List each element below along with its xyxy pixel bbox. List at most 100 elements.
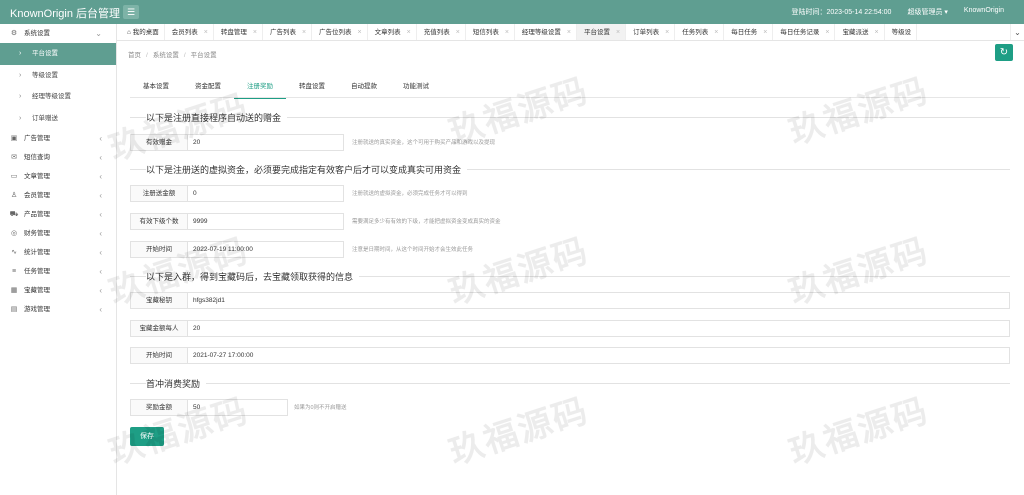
close-icon[interactable]: × <box>763 29 767 36</box>
close-icon[interactable]: × <box>567 29 571 36</box>
breadcrumb-system[interactable]: 系统设置 <box>153 52 179 59</box>
close-icon[interactable]: × <box>505 29 509 36</box>
caret-down-icon: ▾ <box>944 9 948 16</box>
breadcrumb-current: 平台设置 <box>190 52 217 59</box>
close-icon[interactable]: × <box>253 29 257 36</box>
close-icon[interactable]: × <box>616 29 620 36</box>
mail-icon: ✉ <box>11 154 17 161</box>
tab-treasure-send[interactable]: 宝藏派送 × <box>835 24 885 40</box>
sidebar-group-games[interactable]: ▤ 游戏管理 ‹ <box>0 300 116 319</box>
user-menu[interactable]: 超级管理员 ▾ <box>907 7 947 17</box>
sidebar-group-label: 产品管理 <box>24 211 50 218</box>
refresh-button[interactable]: ↻ <box>995 44 1013 61</box>
chevron-left-icon: ‹ <box>99 172 102 181</box>
close-icon[interactable]: × <box>825 29 829 36</box>
sidebar-group-system[interactable]: ⚙ 系统设置 ⌄ <box>0 24 116 43</box>
header-right: 登陆时间：2023-05-14 22:54:00 超级管理员 ▾ KnownOr… <box>791 7 1004 17</box>
chevron-left-icon: ‹ <box>99 191 102 200</box>
sidebar-group-label: 广告管理 <box>24 135 50 142</box>
field-hint: 需要满足多少有有效的下级，才能把虚拟资金变成真实的资金 <box>352 219 501 225</box>
sidebar-item-order-gift[interactable]: › 订单赠送 <box>0 108 116 130</box>
sliders-icon: ≡ <box>11 268 17 275</box>
treasure-amount-input[interactable]: 20 <box>188 320 1010 337</box>
tab-tasks[interactable]: 任务列表 × <box>675 24 725 40</box>
chevron-right-icon: › <box>19 114 22 122</box>
sidebar-group-stats[interactable]: ∿ 统计管理 ‹ <box>0 243 116 262</box>
sidebar-item-label: 订单赠送 <box>32 114 58 122</box>
sidebar: ⚙ 系统设置 ⌄ › 平台设置 › 等级设置 › 经理等级设置 › 订单赠送 ▣… <box>0 24 117 495</box>
field-hint: 注册就送的虚拟资金，必须完成任务才可以得到 <box>352 191 468 197</box>
sidebar-group-label: 财务管理 <box>24 230 50 237</box>
tab-ads[interactable]: 广告列表 × <box>263 24 313 40</box>
sidebar-group-label: 系统设置 <box>24 30 50 37</box>
home-icon: ⌂ <box>127 29 131 36</box>
sidebar-group-members[interactable]: ♙ 会员管理 ‹ <box>0 186 116 205</box>
field-label: 有效下级个数 <box>130 213 188 230</box>
sidebar-group-products[interactable]: ⛟ 产品管理 ‹ <box>0 205 116 224</box>
sidebar-item-level[interactable]: › 等级设置 <box>0 65 116 87</box>
tab-daily-task-log[interactable]: 每日任务记录 × <box>773 24 836 40</box>
chevron-left-icon: ‹ <box>99 267 102 276</box>
section-title-virtual-funds: 以下是注册送的虚拟资金，必须要完成指定有效客户后才可以变成真实可用资金 <box>146 163 468 176</box>
chart-icon: ∿ <box>11 249 17 256</box>
sidebar-item-manager-level[interactable]: › 经理等级设置 <box>0 86 116 108</box>
money-icon: ◎ <box>10 230 18 237</box>
game-icon: ▤ <box>10 306 18 313</box>
tab-manager-level[interactable]: 经理等级设置 × <box>515 24 577 40</box>
chevron-right-icon: › <box>19 93 22 100</box>
chevron-left-icon: ‹ <box>99 305 102 314</box>
close-icon[interactable]: × <box>874 29 878 36</box>
tab-articles[interactable]: 文章列表 × <box>368 24 417 40</box>
chevron-left-icon: ‹ <box>99 229 102 238</box>
close-icon[interactable]: × <box>665 29 669 36</box>
app-title: KnownOrigin 后台管理 <box>10 8 121 20</box>
image-icon: ▣ <box>10 135 18 142</box>
sidebar-group-treasure[interactable]: ▦ 宝藏管理 ‹ <box>0 281 116 300</box>
tab-orders[interactable]: 订单列表 × <box>626 24 676 40</box>
chevron-right-icon: › <box>19 71 22 79</box>
tab-scroll-button[interactable]: ⌄ <box>1010 24 1024 40</box>
sidebar-group-label: 宝藏管理 <box>24 287 50 294</box>
field-label: 开始时间 <box>130 347 188 364</box>
close-icon[interactable]: × <box>204 29 208 36</box>
sidebar-group-label: 统计管理 <box>24 249 50 256</box>
sidebar-group-finance[interactable]: ◎ 财务管理 ‹ <box>0 224 116 243</box>
close-icon[interactable]: × <box>407 29 411 36</box>
close-icon[interactable]: × <box>714 29 718 36</box>
sidebar-item-label: 经理等级设置 <box>32 93 71 100</box>
tab-sms[interactable]: 短信列表 × <box>466 24 515 40</box>
menu-toggle-button[interactable]: ☰ <box>123 5 139 19</box>
sidebar-item-label: 等级设置 <box>32 71 58 79</box>
field-hint: 如果为0则不开启赠送 <box>294 405 347 411</box>
reg-amount-input[interactable]: 0 <box>188 185 344 202</box>
site-link[interactable]: KnownOrigin <box>964 7 1004 17</box>
tab-daily-tasks[interactable]: 每日任务 × <box>724 24 774 40</box>
sidebar-group-label: 游戏管理 <box>24 306 50 313</box>
tab-ad-slots[interactable]: 广告位列表 × <box>312 24 368 40</box>
breadcrumb-home[interactable]: 首页 <box>128 52 141 59</box>
hamburger-icon: ☰ <box>126 7 136 17</box>
sidebar-group-tasks[interactable]: ≡ 任务管理 ‹ <box>0 262 116 281</box>
tab-recharge[interactable]: 充值列表 × <box>417 24 466 40</box>
sidebar-group-articles[interactable]: ▭ 文章管理 ‹ <box>0 167 116 186</box>
sidebar-group-ads[interactable]: ▣ 广告管理 ‹ <box>0 129 116 148</box>
tab-platform[interactable]: 平台设置 × <box>577 24 627 40</box>
close-icon[interactable]: × <box>358 29 362 36</box>
chevron-left-icon: ‹ <box>99 286 102 295</box>
sidebar-group-sms[interactable]: ✉ 短信查询 ‹ <box>0 148 116 167</box>
chevron-down-icon: ⌄ <box>95 29 102 38</box>
admin-app: KnownOrigin 后台管理 ☰ 登陆时间：2023-05-14 22:54… <box>0 0 1024 495</box>
tab-members[interactable]: 会员列表 × <box>165 24 214 40</box>
valid-count-input[interactable]: 9999 <box>188 213 344 230</box>
sidebar-item-platform[interactable]: › 平台设置 <box>0 43 116 65</box>
chevron-left-icon: ‹ <box>99 210 102 219</box>
treasure-code-input[interactable]: hfgs382jd1 <box>188 292 1010 309</box>
treasure-start-input[interactable]: 2021-07-27 17:00:00 <box>188 347 1010 364</box>
tab-level[interactable]: 等级设 <box>885 24 918 40</box>
tab-wheel[interactable]: 转盘管理 × <box>214 24 263 40</box>
chevron-left-icon: ‹ <box>99 134 102 143</box>
close-icon[interactable]: × <box>302 29 306 36</box>
tab-desktop[interactable]: ⌂ 我的桌面 <box>120 24 165 40</box>
close-icon[interactable]: × <box>456 29 460 36</box>
user-icon: ♙ <box>10 192 18 199</box>
